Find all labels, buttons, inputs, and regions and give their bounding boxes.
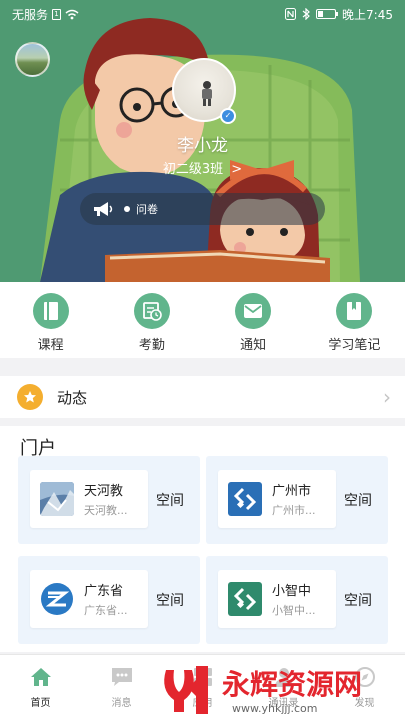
sim-icon: 1 [52, 8, 62, 20]
status-time: 晚上7:45 [342, 7, 393, 22]
action-label: 考勤 [138, 338, 165, 353]
tianhe-photo-logo [40, 482, 74, 516]
svg-text:永辉资源网: 永辉资源网 [222, 668, 362, 701]
action-label: 通知 [240, 338, 267, 353]
wifi-icon [65, 9, 79, 19]
portal-card-name: 广东省 [84, 584, 124, 599]
study-notes-button[interactable]: 学习笔记 [308, 293, 400, 358]
notification-button[interactable]: 通知 [207, 293, 299, 358]
portal-card-space: 空间 [156, 493, 184, 509]
feed-row[interactable]: 动态 › [0, 376, 405, 418]
portal-card-space: 空间 [156, 593, 184, 609]
xiaozhi-logo [228, 582, 262, 616]
tab-label: 首页 [30, 698, 51, 709]
course-button[interactable]: 课程 [5, 293, 97, 358]
verified-badge-icon: ✓ [220, 108, 236, 124]
action-label: 课程 [37, 338, 64, 353]
status-bar: 无服务 1 晚上7:45 [0, 0, 405, 28]
home-icon [30, 668, 51, 686]
portal-card-sub: 广东省... [84, 604, 128, 617]
portal-card-name: 天河教 [84, 484, 124, 499]
action-label: 学习笔记 [328, 338, 381, 353]
battery-icon [316, 9, 339, 19]
notebook-icon [347, 302, 362, 320]
portal-card[interactable]: 广州市 广州市... 空间 [206, 456, 388, 544]
notice-text: 问卷 [136, 203, 158, 216]
watermark-logo: 永辉资源网 www.yhkjjj.com [158, 660, 398, 718]
feed-label: 动态 [57, 388, 88, 407]
user-class-link[interactable]: 初二级3班 > [0, 158, 405, 177]
chevron-right-icon: > [231, 162, 243, 177]
tab-home[interactable]: 首页 [0, 655, 81, 720]
class-name: 初二级3班 [162, 162, 224, 177]
attendance-button[interactable]: 考勤 [106, 293, 198, 358]
avatar-figure-icon [202, 81, 212, 106]
portal-card-space: 空间 [344, 593, 372, 609]
portal-card-sub: 小智中... [272, 604, 316, 617]
chat-bubble-icon [111, 668, 132, 686]
portal-card-sub: 广州市... [272, 504, 316, 517]
portal-card[interactable]: 小智中 小智中... 空间 [206, 556, 388, 644]
notice-bar[interactable]: 问卷 [80, 193, 325, 225]
portal-card-sub: 天河教... [84, 504, 128, 517]
portal-card-name: 小智中 [272, 584, 312, 599]
book-icon [43, 302, 58, 320]
portal-section: 门户 天河教 天河教... 空间 广州市 广州市... 空间 广东省 广东省..… [0, 426, 405, 652]
quick-actions: 课程 考勤 通知 学习笔记 [0, 282, 405, 358]
tab-label: 消息 [111, 698, 132, 709]
mail-icon [244, 304, 263, 318]
megaphone-icon [94, 202, 113, 216]
notice-dot [124, 206, 130, 212]
portal-card-name: 广州市 [272, 484, 312, 499]
carrier-text: 无服务 [12, 7, 49, 22]
svg-text:www.yhkjjj.com: www.yhkjjj.com [232, 702, 318, 715]
portal-card-space: 空间 [344, 493, 372, 509]
nfc-icon [285, 8, 297, 20]
user-name: 李小龙 [177, 136, 228, 156]
profile-header: 无服务 1 晚上7:45 ✓ 李小龙 初二级3班 > 问卷 [0, 0, 405, 282]
guangdong-logo [40, 582, 74, 616]
portal-card[interactable]: 天河教 天河教... 空间 [18, 456, 200, 544]
school-avatar[interactable] [15, 42, 50, 77]
tab-messages[interactable]: 消息 [81, 655, 162, 720]
chevron-right-icon: › [383, 385, 391, 409]
bluetooth-icon [302, 8, 310, 20]
guangzhou-logo [228, 482, 262, 516]
portal-card[interactable]: 广东省 广东省... 空间 [18, 556, 200, 644]
attendance-clock-icon [142, 302, 162, 321]
star-icon [24, 391, 36, 403]
